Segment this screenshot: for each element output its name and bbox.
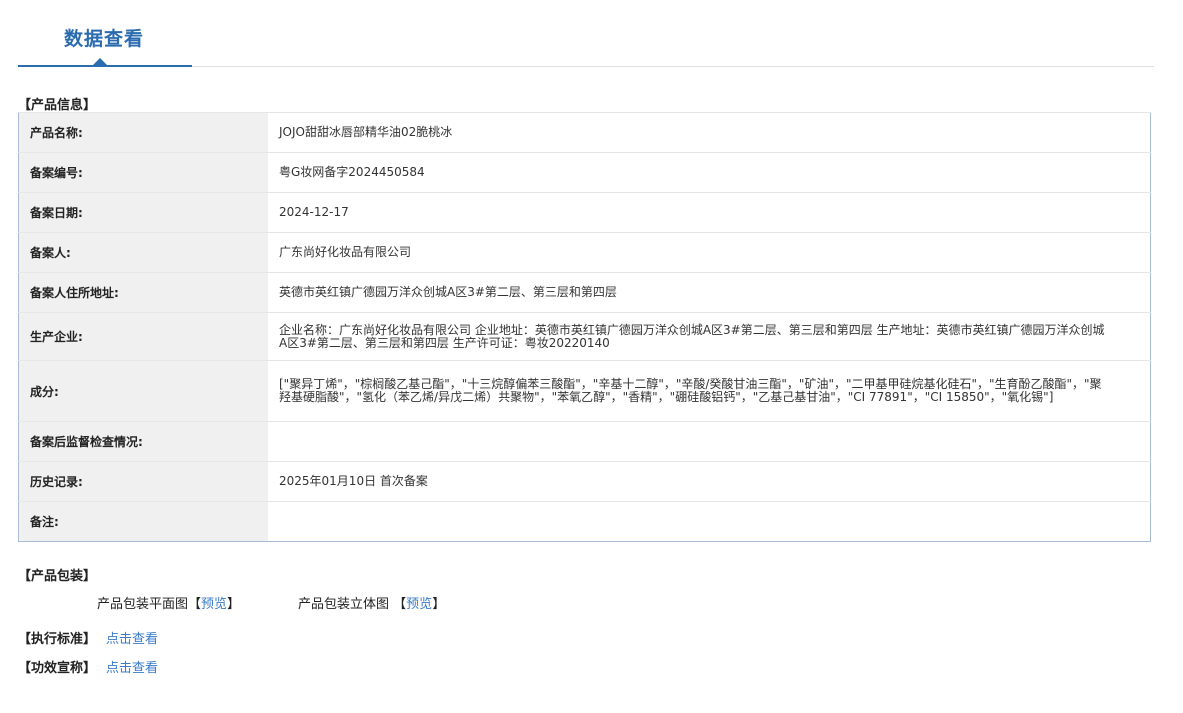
packaging-title: 【产品包装】 [18,569,97,584]
active-tab-indicator [93,58,107,65]
bracket-close: 】 [432,597,446,612]
tab-bar: 数据查看 [18,0,1154,67]
manufacturer-label: 生产企业: [18,312,268,361]
registrant-label: 备案人: [18,232,268,273]
supervision-value [268,421,1151,462]
registration-date-label: 备案日期: [18,192,268,233]
tab-data-view[interactable]: 数据查看 [64,24,144,51]
flat-packaging-label: 产品包装平面图 [97,597,189,612]
registration-date-value: 2024-12-17 [268,192,1151,233]
history-value: 2025年01月10日 首次备案 [268,461,1151,502]
table-row: 备注: [18,501,1151,542]
solid-packaging-item: 产品包装立体图 【预览】 [298,593,445,612]
product-name-value: JOJO甜甜冰唇部精华油02脆桃冰 [268,112,1151,153]
bracket-close: 】 [227,597,241,612]
flat-packaging-item: 产品包装平面图【预览】 [97,593,240,612]
solid-preview-link[interactable]: 预览 [406,597,432,612]
registrant-address-value: 英德市英红镇广德园万洋众创城A区3#第二层、第三层和第四层 [268,272,1151,313]
efficacy-view-link[interactable]: 点击查看 [106,661,158,676]
bracket-open: 【 [393,597,407,612]
product-info-table: 产品名称: JOJO甜甜冰唇部精华油02脆桃冰 备案编号: 粤G妆网备字2024… [18,112,1151,542]
standard-view-link[interactable]: 点击查看 [106,632,158,647]
table-row: 备案人住所地址: 英德市英红镇广德园万洋众创城A区3#第二层、第三层和第四层 [18,272,1151,313]
tab-divider [192,66,1154,67]
registrant-value: 广东尚好化妆品有限公司 [268,232,1151,273]
product-info-title: 【产品信息】 [18,98,97,113]
table-row: 备案编号: 粤G妆网备字2024450584 [18,152,1151,193]
ingredients-label: 成分: [18,360,268,422]
ingredients-value: ["聚异丁烯"，"棕榈酸乙基己酯"，"十三烷醇偏苯三酸酯"，"辛基十二醇"，"辛… [268,360,1151,422]
registration-number-label: 备案编号: [18,152,268,193]
remarks-value [268,501,1151,542]
manufacturer-value: 企业名称：广东尚好化妆品有限公司 企业地址：英德市英红镇广德园万洋众创城A区3#… [268,312,1151,361]
standard-row: 【执行标准】 点击查看 [18,628,158,647]
product-name-label: 产品名称: [18,112,268,153]
table-row: 成分: ["聚异丁烯"，"棕榈酸乙基己酯"，"十三烷醇偏苯三酸酯"，"辛基十二醇… [18,360,1151,422]
standard-title: 【执行标准】 [18,632,97,647]
registration-number-value: 粤G妆网备字2024450584 [268,152,1151,193]
active-tab-underline [18,65,192,67]
bracket-open: 【 [188,597,202,612]
table-row: 生产企业: 企业名称：广东尚好化妆品有限公司 企业地址：英德市英红镇广德园万洋众… [18,312,1151,361]
table-row: 备案日期: 2024-12-17 [18,192,1151,233]
table-row: 备案人: 广东尚好化妆品有限公司 [18,232,1151,273]
registrant-address-label: 备案人住所地址: [18,272,268,313]
table-row: 备案后监督检查情况: [18,421,1151,462]
history-label: 历史记录: [18,461,268,502]
flat-preview-link[interactable]: 预览 [201,597,227,612]
efficacy-title: 【功效宣称】 [18,661,97,676]
remarks-label: 备注: [18,501,268,542]
supervision-label: 备案后监督检查情况: [18,421,268,462]
efficacy-row: 【功效宣称】 点击查看 [18,657,158,676]
table-row: 产品名称: JOJO甜甜冰唇部精华油02脆桃冰 [18,112,1151,153]
solid-packaging-label: 产品包装立体图 [298,597,390,612]
table-row: 历史记录: 2025年01月10日 首次备案 [18,461,1151,502]
